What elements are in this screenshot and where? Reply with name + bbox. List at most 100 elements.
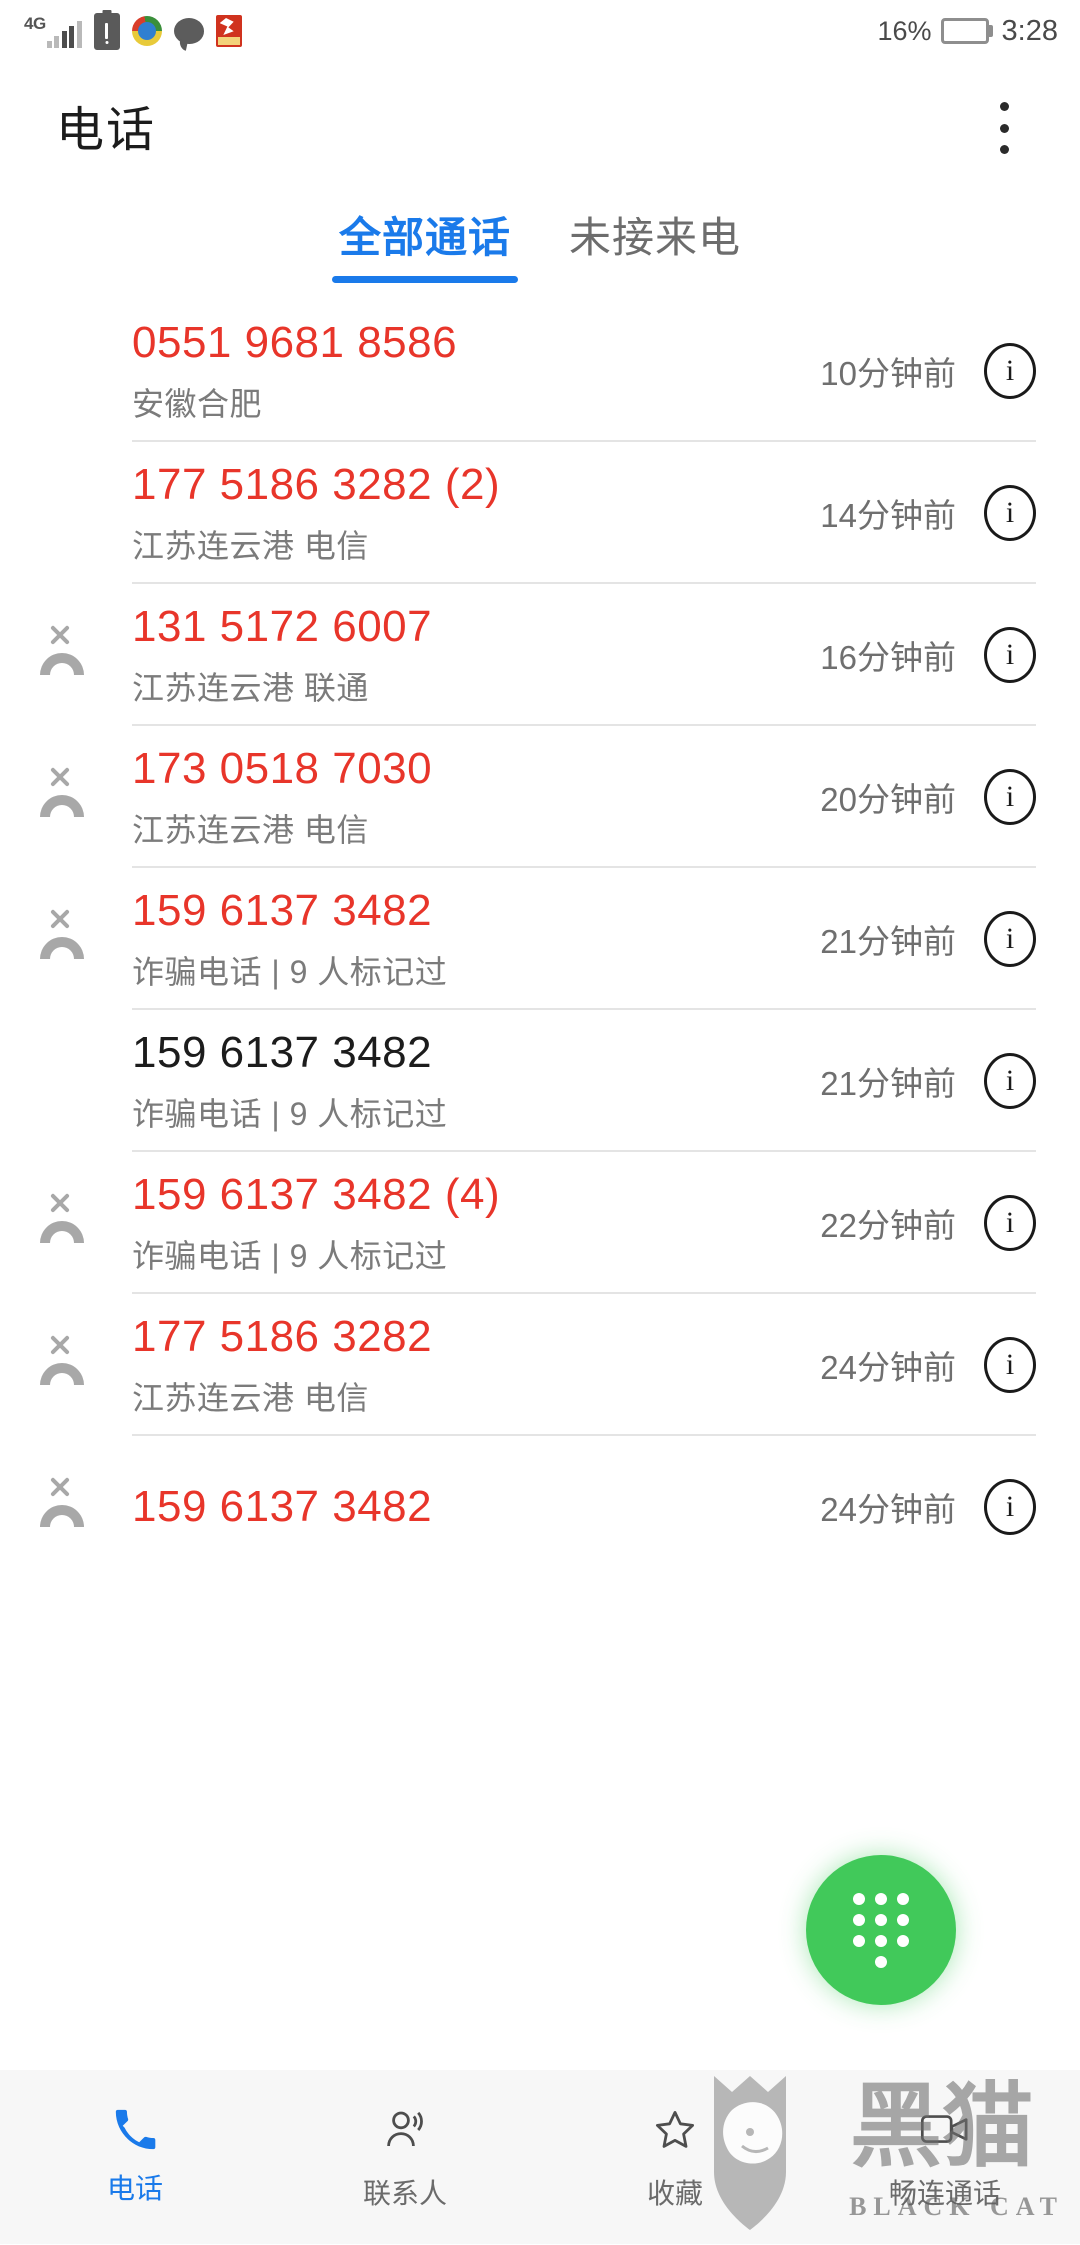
call-row-right: 20分钟前 i [820,769,1036,825]
dot [999,123,1009,133]
call-subtitle: 江苏连云港 电信 [132,811,369,848]
call-log-list[interactable]: 0551 9681 8586 安徽合肥 10分钟前 i 177 5186 3282 (2… [0,300,1080,1960]
info-icon[interactable]: i [984,769,1036,825]
call-time: 24分钟前 [820,1491,956,1528]
app-circle-icon [131,16,162,46]
info-icon[interactable]: i [984,1195,1036,1251]
call-time: 24分钟前 [820,1349,956,1386]
bottom-navigation: 电话 联系人 收藏 畅连通话 [0,2070,1080,2244]
battery-percent-label: 16% [877,15,932,46]
call-time: 22分钟前 [820,1207,956,1244]
status-bar-right: 16% 3:28 [878,15,1059,48]
call-subtitle: 江苏连云港 电信 [132,527,369,564]
call-row-right: 16分钟前 i [820,627,1036,683]
call-log-row[interactable]: 131 5172 6007 江苏连云港 联通 16分钟前 i [0,584,1080,726]
call-row-main: 159 6137 3482 诈骗电话 | 9 人标记过 [132,885,820,993]
nav-item-favorites[interactable]: 收藏 [540,2070,810,2244]
phone-icon [112,2107,158,2153]
call-time: 14分钟前 [820,497,956,534]
call-row-main: 159 6137 3482 [132,1481,820,1533]
call-row-right: 24分钟前 i [820,1337,1036,1393]
overflow-menu-button[interactable] [980,100,1028,156]
call-subtitle: 江苏连云港 电信 [132,1379,369,1416]
tab-missed-calls[interactable]: 未接来电 [555,200,755,283]
call-row-right: 22分钟前 i [820,1195,1036,1251]
call-time: 10分钟前 [820,355,956,392]
call-row-main: 177 5186 3282 (2) 江苏连云港 电信 [132,459,820,567]
call-time: 16分钟前 [820,639,956,676]
dialpad-fab-button[interactable] [806,1855,956,2005]
call-number: 0551 9681 8586 [132,318,458,368]
missed-call-icon [38,1477,90,1531]
clock-label: 3:28 [1001,14,1058,47]
nav-item-favorites-label: 收藏 [646,2178,703,2209]
signal-bars-icon [46,21,82,48]
call-row-right: 24分钟前 i [820,1479,1036,1535]
call-subtitle: 诈骗电话 | 9 人标记过 [132,1095,448,1132]
call-subtitle: 诈骗电话 | 9 人标记过 [132,953,448,990]
chat-bubble-icon [173,18,204,44]
nav-item-contacts[interactable]: 联系人 [270,2070,540,2244]
call-row-main: 159 6137 3482 (4) 诈骗电话 | 9 人标记过 [132,1169,820,1277]
call-number: 159 6137 3482 [132,1482,433,1532]
contacts-icon [381,2102,429,2158]
tab-missed-calls-label: 未接来电 [569,214,742,261]
tab-all-calls[interactable]: 全部通话 [325,200,525,283]
battery-alert-icon [93,12,120,50]
call-subtitle: 安徽合肥 [132,385,263,422]
call-subtitle: 江苏连云港 联通 [132,669,369,706]
info-icon[interactable]: i [984,1053,1036,1109]
call-row-main: 173 0518 7030 江苏连云港 电信 [132,743,820,851]
call-row-main: 131 5172 6007 江苏连云港 联通 [132,601,820,709]
call-log-row[interactable]: 177 5186 3282 (2) 江苏连云港 电信 14分钟前 i [0,442,1080,584]
dot [999,102,1009,111]
info-icon[interactable]: i [984,485,1036,541]
red-app-icon [215,15,242,47]
call-row-right: 21分钟前 i [820,911,1036,967]
status-bar: 4G 16% 3:28 [0,0,1080,62]
call-log-row[interactable]: 159 6137 3482 24分钟前 i [0,1436,1080,1578]
battery-icon [940,18,989,44]
call-log-row[interactable]: 173 0518 7030 江苏连云港 电信 20分钟前 i [0,726,1080,868]
call-log-row[interactable]: 0551 9681 8586 安徽合肥 10分钟前 i [0,300,1080,442]
call-row-right: 14分钟前 i [820,485,1036,541]
page-title: 电话 [56,104,157,157]
call-log-row[interactable]: 159 6137 3482 诈骗电话 | 9 人标记过 21分钟前 i [0,868,1080,1010]
call-number: 177 5186 3282 (2) [132,460,501,510]
call-row-main: 177 5186 3282 江苏连云港 电信 [132,1311,820,1419]
call-time: 21分钟前 [820,923,956,960]
missed-call-icon [38,1193,90,1247]
call-number: 159 6137 3482 (4) [132,1170,501,1220]
app-bar: 电话 [0,62,1080,187]
call-number: 159 6137 3482 [132,1028,433,1078]
call-number: 131 5172 6007 [132,602,433,652]
missed-call-icon [38,625,90,679]
info-icon[interactable]: i [984,911,1036,967]
info-icon[interactable]: i [984,1479,1036,1535]
info-icon[interactable]: i [984,1337,1036,1393]
call-log-row[interactable]: 159 6137 3482 诈骗电话 | 9 人标记过 21分钟前 i [0,1010,1080,1152]
nav-item-contacts-label: 联系人 [362,2178,447,2209]
call-number: 177 5186 3282 [132,1312,433,1362]
call-log-row[interactable]: 177 5186 3282 江苏连云港 电信 24分钟前 i [0,1294,1080,1436]
status-bar-left: 4G [24,12,242,50]
call-row-right: 10分钟前 i [820,343,1036,399]
call-time: 20分钟前 [820,781,956,818]
call-row-main: 159 6137 3482 诈骗电话 | 9 人标记过 [132,1027,820,1135]
info-icon[interactable]: i [984,343,1036,399]
missed-call-icon [38,767,90,821]
video-call-icon [920,2102,970,2158]
call-row-right: 21分钟前 i [820,1053,1036,1109]
tab-all-calls-label: 全部通话 [338,214,511,261]
call-subtitle: 诈骗电话 | 9 人标记过 [132,1237,448,1274]
tab-bar: 全部通话 未接来电 [0,200,1080,300]
network-type-label: 4G [24,14,46,33]
call-number: 159 6137 3482 [132,886,433,936]
nav-item-phone-label: 电话 [106,2173,163,2204]
dialpad-icon [852,1892,910,1968]
missed-call-icon [38,909,90,963]
call-log-row[interactable]: 159 6137 3482 (4) 诈骗电话 | 9 人标记过 22分钟前 i [0,1152,1080,1294]
info-icon[interactable]: i [984,627,1036,683]
nav-item-phone[interactable]: 电话 [0,2070,270,2244]
nav-item-video-call[interactable]: 畅连通话 [810,2070,1080,2244]
